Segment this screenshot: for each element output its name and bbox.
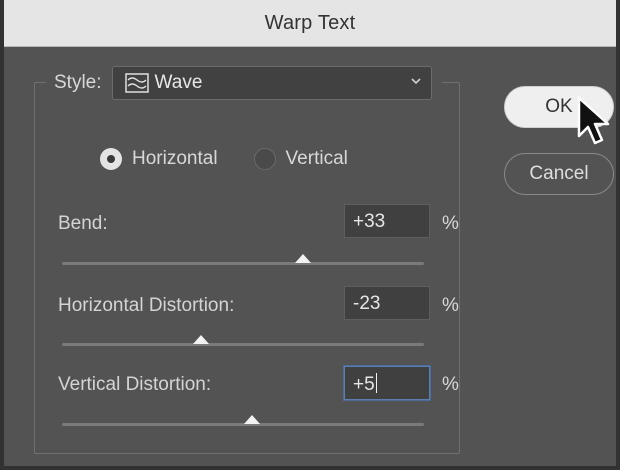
cancel-button-label: Cancel: [529, 163, 589, 184]
vertical-distortion-value: +5: [353, 374, 375, 395]
bend-value: +33: [353, 211, 386, 232]
style-value: Wave: [154, 72, 203, 93]
mouse-cursor-icon: [576, 96, 612, 148]
style-row: Style: Wave: [46, 64, 442, 102]
title-bar[interactable]: Warp Text: [4, 0, 616, 47]
bend-field[interactable]: +33: [344, 204, 430, 238]
vertical-distortion-slider[interactable]: [62, 415, 424, 426]
bend-unit: %: [442, 213, 459, 234]
horizontal-distortion-unit: %: [442, 295, 459, 316]
radio-horizontal[interactable]: Horizontal: [100, 148, 218, 170]
vertical-distortion-label: Vertical Distortion:: [58, 374, 212, 395]
dialog-title: Warp Text: [264, 11, 356, 34]
horizontal-distortion-label: Horizontal Distortion:: [58, 295, 235, 316]
chevron-down-icon: [409, 74, 423, 88]
style-dropdown[interactable]: Wave: [111, 66, 432, 100]
text-caret: [375, 373, 377, 393]
radio-horizontal-button[interactable]: [100, 148, 122, 170]
horizontal-distortion-field[interactable]: -23: [344, 286, 430, 320]
orientation-group: Horizontal Vertical: [100, 148, 384, 170]
bend-slider[interactable]: [62, 254, 424, 265]
horizontal-distortion-value: -23: [353, 293, 381, 314]
vertical-distortion-unit: %: [442, 374, 459, 395]
radio-horizontal-label: Horizontal: [132, 148, 218, 169]
ok-button-label: OK: [545, 96, 573, 117]
style-label: Style:: [54, 72, 102, 93]
vertical-distortion-field[interactable]: +5: [344, 366, 430, 400]
cancel-button[interactable]: Cancel: [504, 153, 614, 195]
radio-vertical-label: Vertical: [285, 148, 348, 169]
radio-vertical-button[interactable]: [253, 148, 276, 170]
radio-vertical[interactable]: Vertical: [253, 148, 348, 170]
wave-icon: [124, 73, 149, 93]
bend-label: Bend:: [58, 213, 108, 234]
horizontal-distortion-slider[interactable]: [62, 335, 424, 346]
warp-text-dialog: Warp Text Style: Wave Horizontal Vertica…: [0, 0, 620, 470]
